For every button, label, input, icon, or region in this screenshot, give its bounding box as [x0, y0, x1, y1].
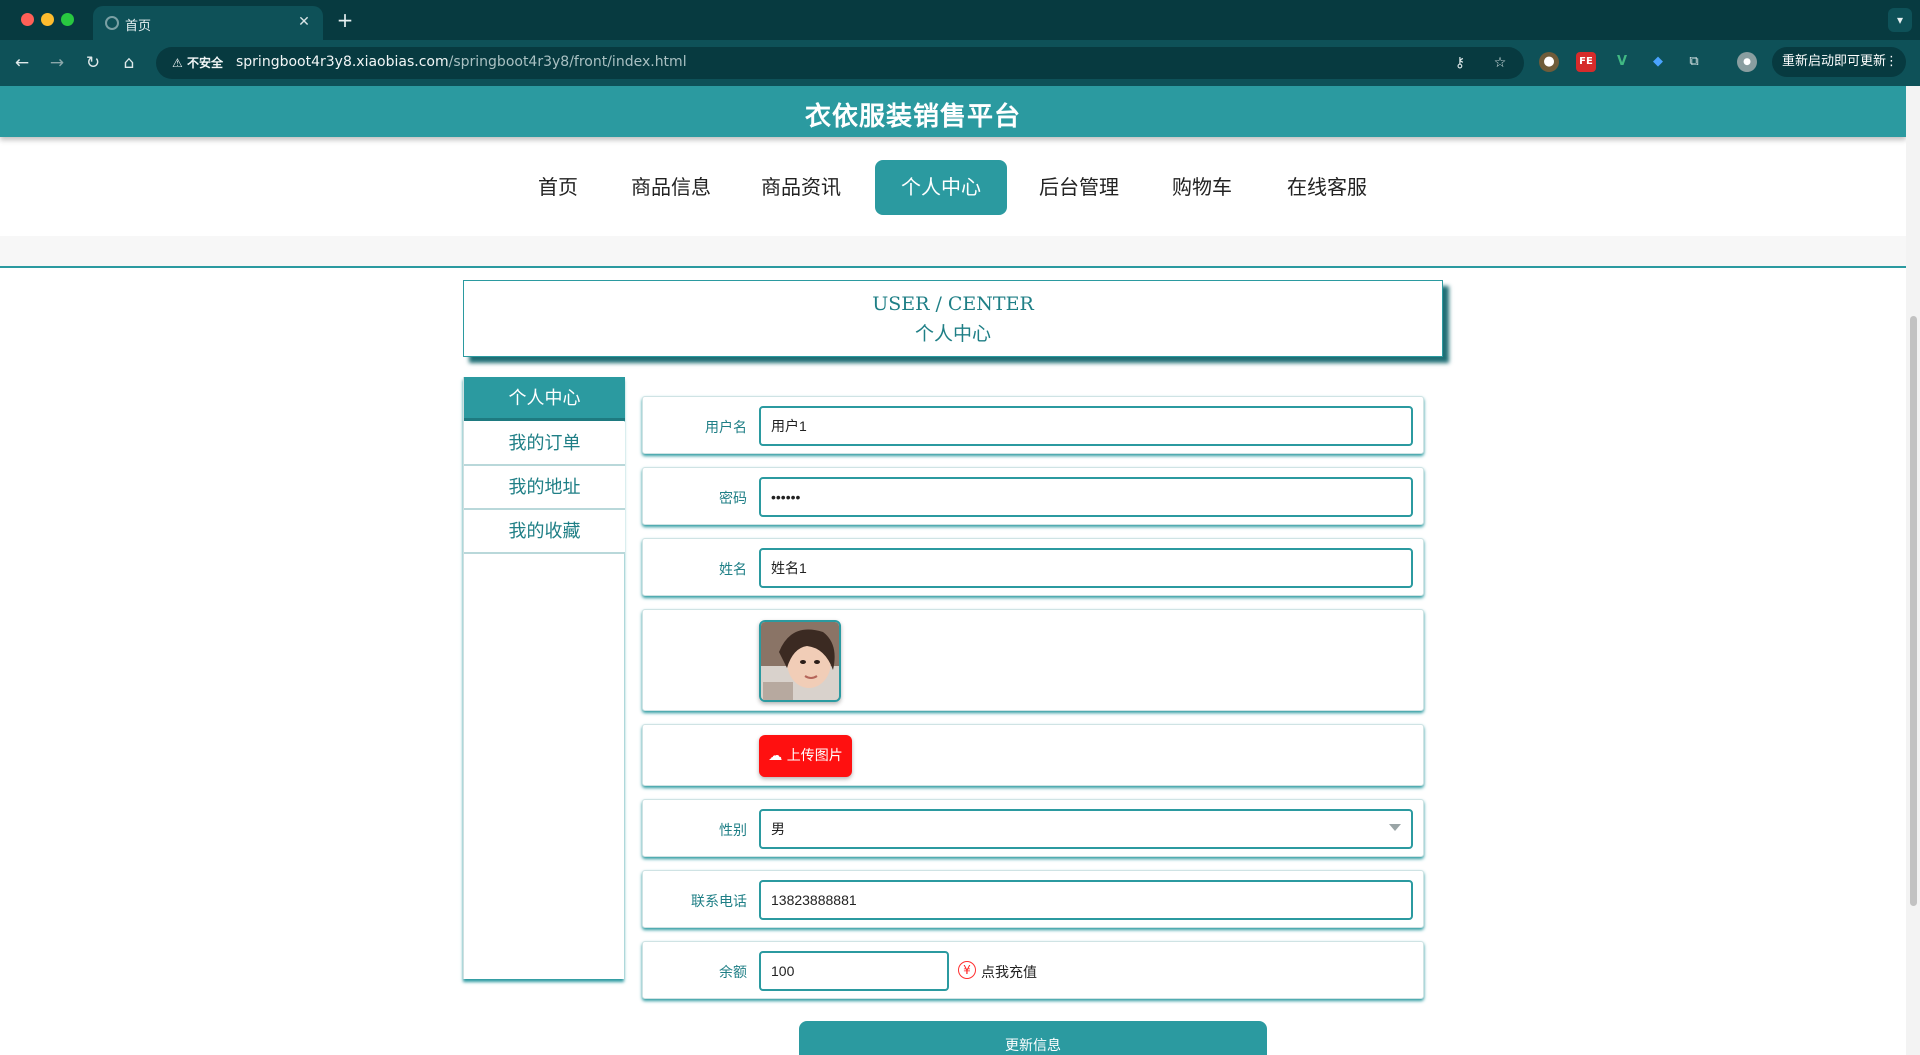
- update-button[interactable]: 重新启动即可更新 ⋮: [1772, 47, 1906, 77]
- more-menu-icon[interactable]: ⋮: [1885, 47, 1898, 77]
- web-page: 衣依服装销售平台 首页 商品信息 商品资讯 个人中心 后台管理 购物车 在线客服…: [0, 86, 1906, 1055]
- close-tab-icon[interactable]: ✕: [295, 12, 313, 32]
- extension-diamond-icon[interactable]: ◆: [1648, 52, 1668, 72]
- extension-fe-icon[interactable]: FE: [1576, 52, 1596, 72]
- update-label: 重新启动即可更新: [1782, 54, 1887, 69]
- heading-cn: 个人中心: [914, 323, 991, 345]
- tab-title: 首页: [125, 19, 152, 34]
- divider-band: [0, 236, 1906, 268]
- upload-label: 上传图片: [786, 748, 843, 764]
- sidebar-item-user-center[interactable]: 个人中心: [464, 377, 625, 421]
- username-input[interactable]: 用户1: [759, 406, 1413, 446]
- scrollbar-thumb[interactable]: [1910, 316, 1917, 906]
- site-title: 衣依服装销售平台: [804, 102, 1021, 132]
- cloud-upload-icon: ☁: [768, 748, 783, 764]
- sidebar-item-favorites[interactable]: 我的收藏: [464, 510, 625, 554]
- tab-search-chevron-icon[interactable]: ▾: [1888, 8, 1912, 32]
- bookmark-star-icon[interactable]: ☆: [1490, 53, 1510, 73]
- balance-label: 余额: [719, 965, 747, 981]
- chevron-down-icon: [1389, 824, 1401, 831]
- yuan-icon[interactable]: ¥: [958, 961, 976, 979]
- address-bar[interactable]: ⚠ 不安全 springboot4r3y8.xiaobias.com/sprin…: [156, 47, 1524, 79]
- upload-image-button[interactable]: ☁ 上传图片: [759, 735, 852, 777]
- nav-home[interactable]: 首页: [526, 160, 590, 215]
- balance-row: 余额 100 ¥ 点我充值: [642, 941, 1424, 999]
- nav-news[interactable]: 商品资讯: [752, 160, 850, 215]
- gender-value: 男: [771, 821, 785, 837]
- tab-strip: 首页 ✕ + ▾: [0, 0, 1920, 40]
- user-center-heading: USER / CENTER 个人中心: [463, 280, 1443, 357]
- name-row: 姓名 姓名1: [642, 538, 1424, 596]
- url-path: /springboot4r3y8/front/index.html: [448, 54, 687, 70]
- maximize-window-button[interactable]: [61, 13, 74, 26]
- avatar-photo: [761, 622, 839, 700]
- new-tab-button[interactable]: +: [334, 8, 356, 32]
- username-label: 用户名: [705, 420, 747, 436]
- phone-label: 联系电话: [691, 894, 747, 910]
- back-arrow-icon[interactable]: ←: [10, 51, 34, 75]
- password-row: 密码 ••••••: [642, 467, 1424, 525]
- sidebar-item-orders[interactable]: 我的订单: [464, 422, 625, 466]
- username-row: 用户名 用户1: [642, 396, 1424, 454]
- name-label: 姓名: [719, 562, 747, 578]
- profile-avatar-icon[interactable]: ●: [1737, 52, 1757, 72]
- site-header: 衣依服装销售平台: [0, 86, 1906, 137]
- warning-triangle-icon: ⚠: [172, 56, 183, 70]
- extension-owl-icon[interactable]: ●: [1539, 52, 1559, 72]
- sidebar-item-addresses[interactable]: 我的地址: [464, 466, 625, 510]
- user-sidebar: 个人中心 我的订单 我的地址 我的收藏: [463, 377, 625, 979]
- phone-row: 联系电话 13823888881: [642, 870, 1424, 928]
- globe-icon: [105, 16, 119, 30]
- upload-row: ☁ 上传图片: [642, 724, 1424, 786]
- forward-arrow-icon[interactable]: →: [45, 51, 69, 75]
- name-input[interactable]: 姓名1: [759, 548, 1413, 588]
- nav-admin[interactable]: 后台管理: [1030, 160, 1128, 215]
- heading-en: USER / CENTER: [872, 293, 1034, 315]
- nav-products[interactable]: 商品信息: [622, 160, 720, 215]
- avatar[interactable]: [759, 620, 841, 702]
- minimize-window-button[interactable]: [41, 13, 54, 26]
- page-scrollbar[interactable]: [1906, 86, 1920, 1055]
- insecure-label: 不安全: [186, 56, 223, 70]
- password-input[interactable]: ••••••: [759, 477, 1413, 517]
- url-text[interactable]: springboot4r3y8.xiaobias.com/springboot4…: [236, 54, 687, 70]
- balance-input[interactable]: 100: [759, 951, 949, 991]
- insecure-badge[interactable]: ⚠ 不安全: [166, 53, 229, 73]
- nav-support[interactable]: 在线客服: [1276, 160, 1378, 215]
- nav-cart[interactable]: 购物车: [1160, 160, 1244, 215]
- nav-user-center[interactable]: 个人中心: [875, 160, 1007, 215]
- browser-chrome: 首页 ✕ + ▾ ← → ↻ ⌂ ⚠ 不安全 springboot4r3y8.x…: [0, 0, 1920, 86]
- password-label: 密码: [719, 491, 747, 507]
- close-window-button[interactable]: [21, 13, 34, 26]
- extensions-puzzle-icon[interactable]: ⧉: [1684, 52, 1704, 72]
- recharge-link[interactable]: 点我充值: [981, 962, 1037, 982]
- main-nav: 首页 商品信息 商品资讯 个人中心 后台管理 购物车 在线客服: [0, 160, 1906, 220]
- update-info-button[interactable]: 更新信息: [799, 1021, 1267, 1055]
- url-host: springboot4r3y8.xiaobias.com: [236, 54, 449, 70]
- gender-select[interactable]: 男: [759, 809, 1413, 849]
- password-key-icon[interactable]: ⚷: [1450, 53, 1470, 73]
- browser-toolbar: ← → ↻ ⌂ ⚠ 不安全 springboot4r3y8.xiaobias.c…: [0, 40, 1920, 86]
- gender-row: 性别 男: [642, 799, 1424, 857]
- reload-icon[interactable]: ↻: [81, 51, 105, 75]
- browser-tab[interactable]: 首页 ✕: [93, 6, 323, 40]
- avatar-row: [642, 609, 1424, 711]
- home-icon[interactable]: ⌂: [117, 51, 141, 75]
- gender-label: 性别: [719, 823, 747, 839]
- phone-input[interactable]: 13823888881: [759, 880, 1413, 920]
- extension-vue-icon[interactable]: V: [1612, 52, 1632, 72]
